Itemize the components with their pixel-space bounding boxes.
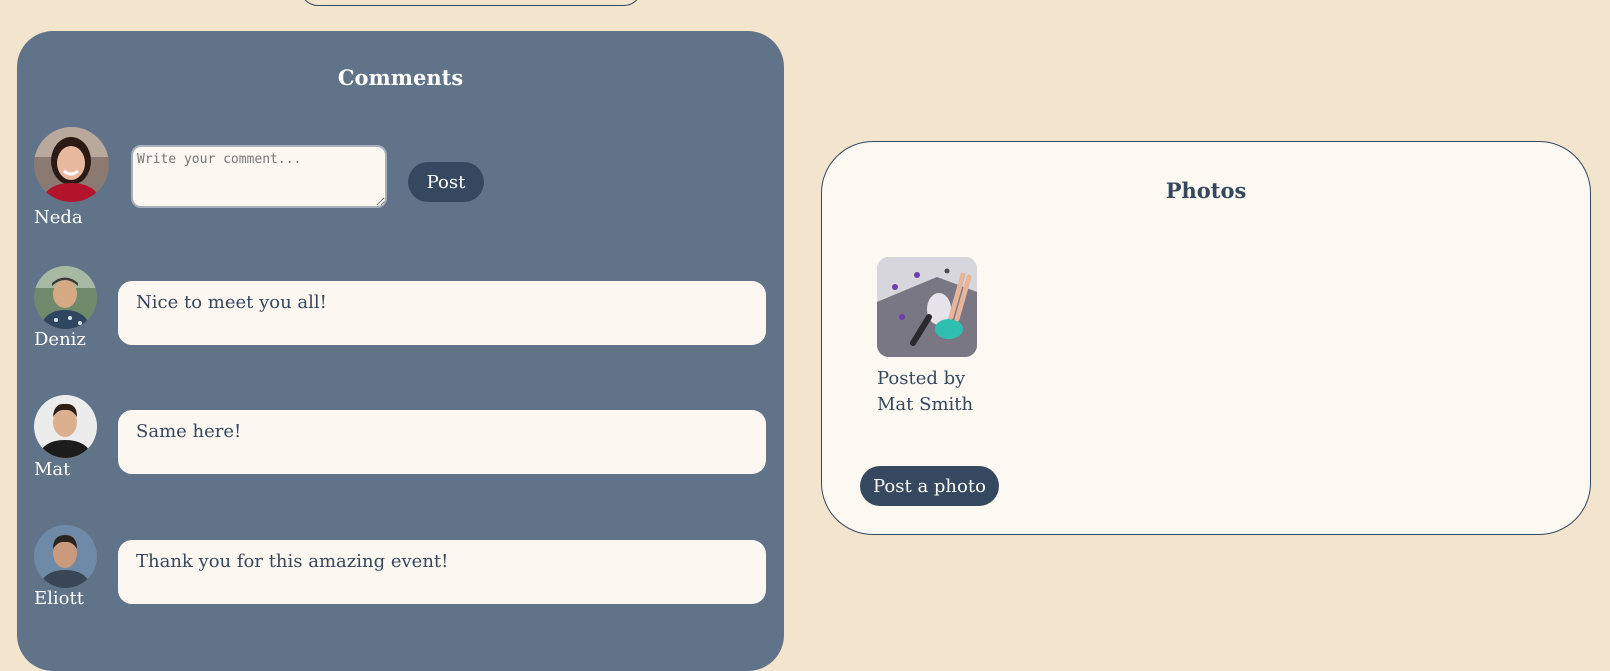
- comment-user-name: Mat: [34, 459, 71, 480]
- comment-bubble: Same here!: [118, 410, 766, 474]
- post-comment-button[interactable]: Post: [408, 162, 484, 202]
- comment-user-name: Eliott: [34, 588, 84, 609]
- previous-section-border: [300, 0, 642, 6]
- comments-title: Comments: [337, 65, 464, 90]
- comment-text: Nice to meet you all!: [136, 292, 327, 313]
- avatar-mat: [34, 395, 97, 458]
- comment-text: Same here!: [136, 421, 242, 442]
- avatar-deniz-image: [34, 266, 97, 329]
- photo-thumbnail[interactable]: [877, 257, 977, 357]
- comment-bubble: Nice to meet you all!: [118, 281, 766, 345]
- avatar-neda-image: [34, 127, 109, 202]
- photos-title: Photos: [1165, 178, 1247, 203]
- avatar-deniz: [34, 266, 97, 329]
- photos-panel: Photos Posted by Mat Smith Post a photo: [821, 141, 1591, 535]
- climbing-photo-icon: [877, 257, 977, 357]
- avatar-mat-image: [34, 395, 97, 458]
- post-photo-button[interactable]: Post a photo: [860, 466, 999, 506]
- comment-user-name: Deniz: [34, 329, 86, 350]
- photo-caption: Posted by Mat Smith: [877, 368, 974, 415]
- avatar-neda: [34, 127, 109, 202]
- comment-bubble: Thank you for this amazing event!: [118, 540, 766, 604]
- avatar-eliott: [34, 525, 97, 588]
- comment-text: Thank you for this amazing event!: [136, 551, 449, 572]
- comment-input[interactable]: [131, 145, 387, 208]
- composer-user-name: Neda: [34, 207, 83, 228]
- avatar-eliott-image: [34, 525, 97, 588]
- comments-panel: Comments Neda Post Deniz Nice to meet yo…: [17, 31, 784, 671]
